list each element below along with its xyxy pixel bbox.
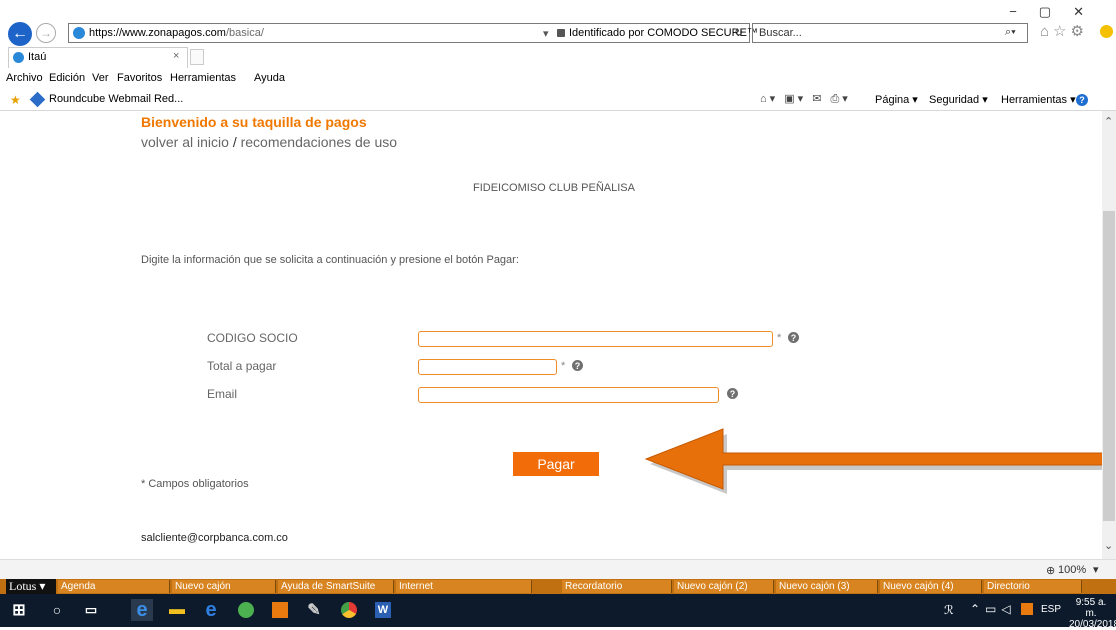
app-green-icon[interactable] [235,599,257,621]
task-view-icon[interactable]: ▭ [80,599,102,621]
edge-icon[interactable]: e [200,599,222,621]
help-email-icon[interactable]: ? [727,388,738,399]
search-icon[interactable]: ○ [46,599,68,621]
forward-button[interactable]: → [36,23,56,43]
page-content: Bienvenido a su taquilla de pagos volver… [0,111,1102,559]
outlook-icon[interactable] [269,599,291,621]
lotus-nuevo-cajon-3[interactable]: Nuevo cajón (3) [776,580,878,593]
total-pagar-input[interactable] [418,359,557,375]
clock-time: 9:55 a. m. [1075,597,1107,619]
lotus-internet[interactable]: Internet [396,580,532,593]
lotus-smartcenter-bar: Lotus ▾ Agenda Nuevo cajón Ayuda de Smar… [0,579,1116,594]
lotus-nuevo-cajon[interactable]: Nuevo cajón [172,580,276,593]
help-icon[interactable]: ? [1076,94,1088,106]
security-identity[interactable]: Identificado por COMODO SECURE™ [569,27,758,39]
favorite-roundcube[interactable]: Roundcube Webmail Red... [49,93,183,105]
ie-tab-icon [13,52,24,63]
contact-email: salcliente@corpbanca.com.co [141,532,288,544]
tab-title: Itaú [28,51,47,63]
codigo-socio-label: CODIGO SOCIO [207,331,298,345]
codigo-socio-input[interactable] [418,331,773,347]
close-tab-icon[interactable]: × [173,50,179,62]
nav-separator: / [232,134,237,150]
status-bar: ⊕ 100% ▾ [0,559,1116,579]
cmd-pagina[interactable]: Página ▾ [875,93,918,106]
zoom-dropdown-icon[interactable]: ▾ [1093,563,1099,576]
zoom-level[interactable]: 100% [1058,564,1086,576]
link-volver-inicio[interactable]: volver al inicio [141,134,229,150]
welcome-heading: Bienvenido a su taquilla de pagos [141,114,367,130]
lotus-nuevo-cajon-2[interactable]: Nuevo cajón (2) [674,580,774,593]
windows-start-icon[interactable]: ⊞ [8,599,30,621]
email-label: Email [207,387,238,401]
favorites-bar: ★ Roundcube Webmail Red... ⌂▾ ▣▾ ✉ ⎙▾ Pá… [0,89,1116,111]
url-host: https://www.zonapagos.com [89,27,226,39]
cmd-seguridad[interactable]: Seguridad ▾ [929,93,988,106]
total-pagar-label: Total a pagar [207,359,277,373]
internet-explorer-icon[interactable]: e [131,599,153,621]
people-icon[interactable]: ℛ [944,603,954,617]
refresh-icon[interactable]: ↻ [734,26,743,39]
tray-outlook-icon[interactable] [1021,603,1033,615]
menu-ver[interactable]: Ver [92,72,109,84]
tray-icons[interactable]: ⌃▭◁ [970,602,1016,616]
menu-herramientas[interactable]: Herramientas [170,72,236,84]
language-indicator[interactable]: ESP [1041,604,1061,615]
menu-bar: Archivo Edición Ver Favoritos Herramient… [0,69,1116,89]
lotus-recordatorio[interactable]: Recordatorio [562,580,672,593]
scroll-down-icon[interactable]: ⌄ [1104,539,1113,552]
scrollbar-thumb[interactable] [1103,211,1115,521]
required-mark-total: * [561,360,566,372]
zoom-icon[interactable]: ⊕ [1046,564,1055,577]
command-icons[interactable]: ⌂▾ ▣▾ ✉ ⎙▾ [760,92,851,106]
lotus-ayuda-smartsuite[interactable]: Ayuda de SmartSuite [278,580,394,593]
roundcube-icon [29,91,46,108]
windows-taskbar: ⊞ ○ ▭ e ▬ e ✎ W ℛ ⌃▭◁ ESP 9:55 a. m. 20/… [0,594,1116,630]
favorites-star-icon[interactable]: ★ [10,93,21,107]
search-field[interactable]: Buscar... ⌕▾ [752,23,1028,43]
search-icon[interactable]: ⌕▾ [1005,26,1016,39]
instructions-text: Digite la información que se solicita a … [141,254,519,266]
window-controls[interactable]: −▢✕ [1009,4,1106,20]
lock-icon[interactable] [557,29,565,37]
search-placeholder: Buscar... [759,27,802,39]
lotus-logo[interactable]: Lotus ▾ [6,579,56,594]
merchant-name: FIDEICOMISO CLUB PEÑALISA [473,182,635,194]
cmd-herramientas[interactable]: Herramientas ▾ [1001,93,1076,106]
link-recomendaciones[interactable]: recomendaciones de uso [241,134,397,150]
scroll-up-icon[interactable]: ⌃ [1104,115,1113,128]
new-tab-button[interactable] [190,49,204,65]
file-explorer-icon[interactable]: ▬ [166,599,188,621]
pagar-button[interactable]: Pagar [513,452,599,476]
help-total-icon[interactable]: ? [572,360,583,371]
top-nav: volver al inicio / recomendaciones de us… [141,134,397,150]
required-note: * Campos obligatorios [141,478,249,490]
paint-icon[interactable]: ✎ [303,599,325,621]
help-codigo-icon[interactable]: ? [788,332,799,343]
email-input[interactable] [418,387,719,403]
back-button[interactable]: ← [8,22,32,46]
ie-page-icon [73,27,85,39]
word-icon[interactable]: W [372,599,394,621]
lotus-agenda[interactable]: Agenda [58,580,170,593]
required-mark-codigo: * [777,332,782,344]
lotus-nuevo-cajon-4[interactable]: Nuevo cajón (4) [880,580,982,593]
clock-date: 20/03/2018 [1069,619,1116,630]
tab-itau[interactable]: Itaú × [8,47,188,68]
feedback-smiley-icon[interactable] [1100,25,1113,38]
menu-edicion[interactable]: Edición [49,72,85,84]
menu-favoritos[interactable]: Favoritos [117,72,162,84]
dropdown-arrow-icon[interactable]: ▾ [543,27,549,40]
menu-ayuda[interactable]: Ayuda [254,72,285,84]
home-fav-settings-icons[interactable]: ⌂☆⚙ [1040,22,1088,40]
chrome-icon[interactable] [338,599,360,621]
url-path: /basica/ [225,27,264,39]
menu-archivo[interactable]: Archivo [6,72,43,84]
lotus-directorio[interactable]: Directorio [984,580,1082,593]
clock[interactable]: 9:55 a. m. 20/03/2018 [1069,597,1116,630]
url-field[interactable]: https://www.zonapagos.com/basica/ ▾ Iden… [68,23,758,43]
annotation-arrow [644,428,1102,494]
